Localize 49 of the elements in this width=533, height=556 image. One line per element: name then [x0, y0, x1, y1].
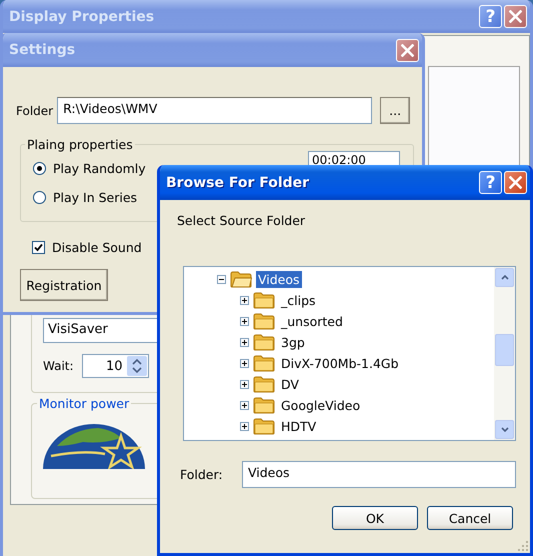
- scroll-up-button[interactable]: [495, 268, 514, 287]
- tree-item[interactable]: GoogleVideo: [279, 397, 362, 414]
- expand-icon[interactable]: [240, 317, 249, 326]
- close-icon: [509, 10, 522, 23]
- folder-icon: [253, 334, 275, 351]
- expand-icon[interactable]: [240, 422, 249, 431]
- caret-up-icon: [500, 275, 508, 280]
- tree-item[interactable]: _clips: [279, 292, 318, 309]
- tree-item[interactable]: Videos: [256, 271, 302, 288]
- tree-item[interactable]: 3gp: [279, 334, 307, 351]
- group-title: Monitor power: [37, 396, 132, 411]
- expand-icon[interactable]: [240, 401, 249, 410]
- close-icon: [509, 176, 522, 189]
- window-title: Browse For Folder: [166, 174, 310, 190]
- expand-icon[interactable]: [240, 338, 249, 347]
- window-title: Display Properties: [9, 8, 156, 24]
- expand-icon[interactable]: [240, 380, 249, 389]
- folder-icon: [253, 418, 275, 435]
- folder-label: Folder: [16, 104, 54, 118]
- wait-label: Wait:: [43, 359, 74, 373]
- folder-icon: [253, 397, 275, 414]
- collapse-icon[interactable]: [217, 275, 226, 284]
- scrollbar-thumb[interactable]: [495, 334, 514, 366]
- close-icon: [401, 44, 414, 56]
- spin-arrows-icon[interactable]: [126, 356, 147, 376]
- resize-grip-icon[interactable]: [518, 541, 529, 552]
- tree-item[interactable]: HDTV: [279, 418, 318, 435]
- close-button[interactable]: [504, 171, 527, 194]
- folder-icon: [230, 271, 252, 288]
- tree-item[interactable]: DV: [279, 376, 301, 393]
- folder-field[interactable]: Videos: [242, 461, 516, 488]
- cancel-button[interactable]: Cancel: [427, 506, 513, 530]
- folder-icon: [253, 292, 275, 309]
- wait-spinner[interactable]: 10: [82, 354, 149, 378]
- ok-button[interactable]: OK: [332, 506, 418, 530]
- folder-icon: [253, 376, 275, 393]
- help-button[interactable]: ?: [479, 171, 502, 194]
- tree-item[interactable]: DivX-700Mb-1.4Gb: [279, 355, 401, 372]
- prompt-text: Select Source Folder: [177, 213, 306, 228]
- caret-down-icon: [500, 427, 508, 432]
- expand-icon[interactable]: [240, 359, 249, 368]
- folder-icon: [253, 313, 275, 330]
- group-title: Plaing properties: [25, 137, 135, 152]
- window-title: Settings: [9, 42, 76, 58]
- expand-icon[interactable]: [240, 296, 249, 305]
- folder-icon: [253, 355, 275, 372]
- folder-label: Folder:: [179, 467, 224, 482]
- tree-item[interactable]: _unsorted: [279, 313, 345, 330]
- scroll-down-button[interactable]: [495, 420, 514, 439]
